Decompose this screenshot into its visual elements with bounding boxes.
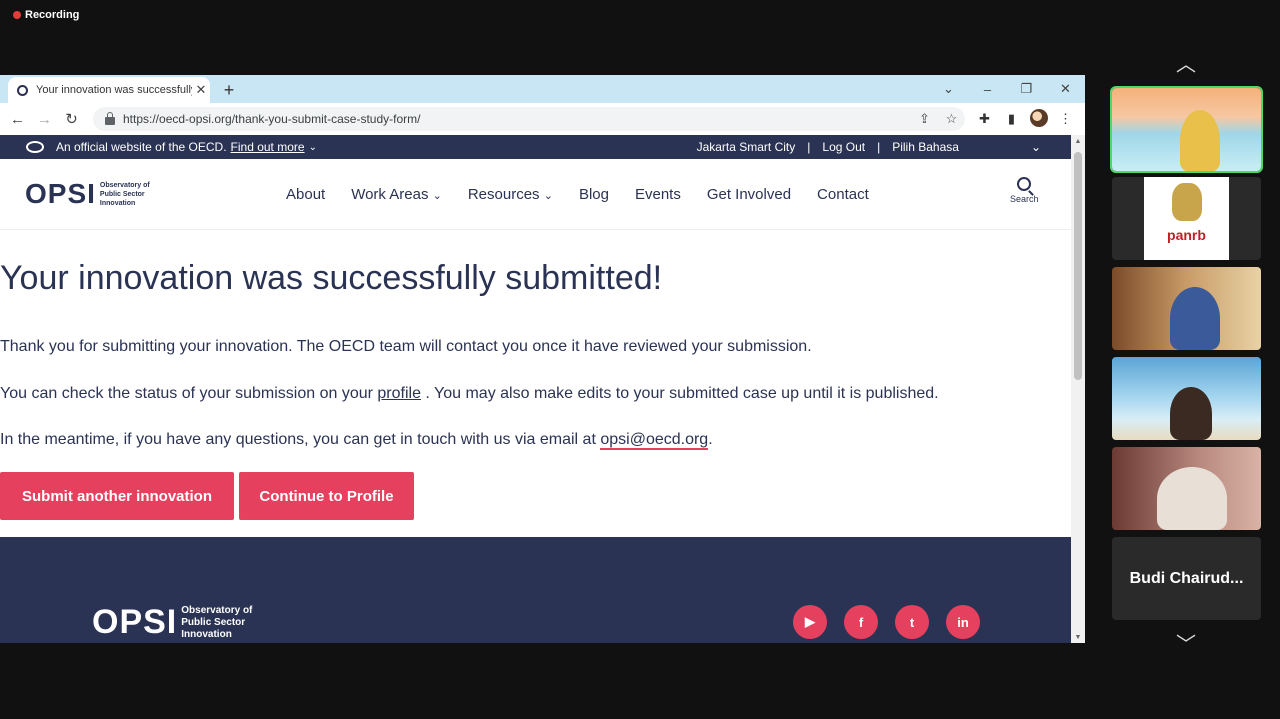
chevron-down-icon[interactable]: ⌄ — [309, 142, 317, 153]
find-out-more-link[interactable]: Find out more — [231, 140, 305, 154]
tab-title: Your innovation was successfully submitt… — [36, 84, 192, 96]
new-tab-button[interactable]: + — [214, 77, 244, 103]
nav-events[interactable]: Events — [635, 186, 681, 203]
favicon-icon — [17, 84, 28, 96]
user-menu: Jakarta Smart City | Log Out | Pilih Bah… — [685, 140, 1071, 154]
nav-resources-label: Resources — [467, 185, 540, 203]
profile-avatar[interactable] — [1025, 108, 1052, 130]
opsi-logo[interactable]: OPSI Observatory of Public Sector Innova… — [25, 178, 160, 210]
browser-menu-icon[interactable]: ⋮ — [1052, 111, 1079, 127]
lock-icon[interactable] — [105, 112, 115, 125]
nav-work-areas-label: Work Areas — [351, 185, 429, 203]
search-button[interactable]: Search — [1010, 177, 1039, 204]
language-select[interactable]: Pilih Bahasa — [892, 140, 959, 154]
twitter-icon[interactable]: t — [895, 605, 929, 639]
participant-video-4[interactable] — [1112, 357, 1261, 440]
chevron-down-icon: ⌄ — [432, 189, 442, 202]
scroll-up-icon[interactable]: ▲ — [1071, 138, 1085, 145]
panrb-logo: panrb — [1144, 177, 1229, 260]
browser-window: Your innovation was successfully submitt… — [0, 75, 1085, 643]
bookmark-star-icon[interactable]: ☆ — [938, 111, 965, 127]
side-panel-icon[interactable]: ▮ — [998, 111, 1025, 127]
back-button[interactable]: ← — [4, 111, 31, 128]
address-bar[interactable]: https://oecd-opsi.org/thank-you-submit-c… — [93, 107, 965, 131]
nav-about[interactable]: About — [286, 186, 325, 203]
scroll-down-icon[interactable]: ▼ — [1071, 634, 1085, 641]
participant-video-1[interactable] — [1110, 86, 1263, 173]
scrollbar-thumb[interactable] — [1074, 152, 1082, 380]
close-window-button[interactable]: ✕ — [1046, 81, 1085, 97]
participant-video-5[interactable] — [1112, 447, 1261, 530]
search-label: Search — [1010, 194, 1039, 204]
participants-scroll-down-icon[interactable]: ﹀ — [1168, 628, 1204, 657]
separator: | — [807, 140, 811, 154]
site-header: OPSI Observatory of Public Sector Innova… — [0, 159, 1071, 230]
recording-label: Recording — [25, 9, 80, 21]
garuda-emblem-icon — [1172, 183, 1202, 221]
official-text: An official website of the OECD. — [56, 140, 227, 154]
page-scrollbar[interactable]: ▲ ▼ — [1071, 135, 1085, 643]
contact-text: In the meantime, if you have any questio… — [0, 431, 713, 450]
panrb-label: panrb — [1167, 227, 1206, 243]
tab-bar: Your innovation was successfully submitt… — [0, 75, 1085, 103]
footer-logo-word: OPSI — [92, 603, 178, 641]
person-silhouette — [1170, 287, 1220, 350]
chevron-down-icon: ⌄ — [543, 189, 553, 202]
share-icon[interactable]: ⇪ — [911, 111, 938, 127]
participant-video-2[interactable]: panrb — [1112, 177, 1261, 260]
facebook-icon[interactable]: f — [844, 605, 878, 639]
submit-another-innovation-button[interactable]: Submit another innovation — [0, 472, 234, 520]
status-text-before: You can check the status of your submiss… — [0, 385, 378, 402]
participants-scroll-up-icon[interactable]: ︿ — [1168, 48, 1204, 77]
tab-close-icon[interactable]: ✕ — [192, 82, 210, 98]
window-controls: ⌄ – ❐ ✕ — [929, 75, 1085, 103]
logout-link[interactable]: Log Out — [822, 140, 865, 154]
forward-button[interactable]: → — [31, 111, 58, 128]
official-banner: An official website of the OECD. Find ou… — [0, 135, 1071, 159]
footer-logo-subtitle: Observatory of Public Sector Innovation — [181, 604, 253, 640]
nav-blog[interactable]: Blog — [579, 186, 609, 203]
contact-text-before: In the meantime, if you have any questio… — [0, 431, 601, 448]
browser-toolbar: ← → ↻ https://oecd-opsi.org/thank-you-su… — [0, 103, 1085, 136]
continue-to-profile-button[interactable]: Continue to Profile — [239, 472, 414, 520]
tab-search-chevron-icon[interactable]: ⌄ — [929, 81, 968, 97]
person-silhouette — [1170, 387, 1212, 440]
logo-subtitle: Observatory of Public Sector Innovation — [99, 181, 150, 207]
youtube-icon[interactable]: ▶ — [793, 605, 827, 639]
recording-dot-icon — [13, 11, 21, 19]
page-title: Your innovation was successfully submitt… — [0, 259, 663, 297]
browser-tab[interactable]: Your innovation was successfully submitt… — [8, 77, 210, 103]
status-text: You can check the status of your submiss… — [0, 385, 939, 403]
footer-logo[interactable]: OPSI Observatory of Public Sector Innova… — [92, 603, 271, 642]
person-silhouette — [1157, 467, 1227, 530]
nav-contact[interactable]: Contact — [817, 186, 869, 203]
linkedin-icon[interactable]: in — [946, 605, 980, 639]
search-icon — [1017, 177, 1032, 191]
participant-name-tile[interactable]: Budi Chairud... — [1112, 537, 1261, 620]
page-viewport: An official website of the OECD. Find ou… — [0, 135, 1071, 643]
thank-you-text: Thank you for submitting your innovation… — [0, 338, 812, 355]
restore-button[interactable]: ❐ — [1007, 81, 1046, 97]
reload-button[interactable]: ↻ — [58, 110, 85, 128]
recording-indicator: Recording — [13, 9, 79, 21]
language-chevron-icon[interactable]: ⌄ — [1031, 140, 1041, 154]
user-org-link[interactable]: Jakarta Smart City — [697, 140, 796, 154]
contact-text-after: . — [708, 431, 713, 448]
nav-work-areas[interactable]: Work Areas ⌄ — [351, 186, 442, 203]
profile-link[interactable]: profile — [377, 385, 421, 402]
status-text-after: . You may also make edits to your submit… — [420, 385, 939, 402]
site-footer: OPSI Observatory of Public Sector Innova… — [0, 537, 1071, 643]
participant-video-3[interactable] — [1112, 267, 1261, 350]
nav-resources[interactable]: Resources ⌄ — [468, 186, 553, 203]
main-nav: About Work Areas ⌄ Resources ⌄ Blog Even… — [286, 159, 895, 229]
url-text[interactable]: https://oecd-opsi.org/thank-you-submit-c… — [123, 112, 911, 126]
nav-get-involved[interactable]: Get Involved — [707, 186, 791, 203]
minimize-button[interactable]: – — [968, 82, 1007, 97]
extensions-icon[interactable]: ✚ — [971, 111, 998, 127]
separator: | — [877, 140, 881, 154]
email-link[interactable]: opsi@oecd.org — [600, 431, 709, 450]
person-silhouette — [1180, 110, 1220, 171]
logo-word: OPSI — [25, 178, 96, 209]
oecd-globe-icon — [26, 141, 44, 153]
